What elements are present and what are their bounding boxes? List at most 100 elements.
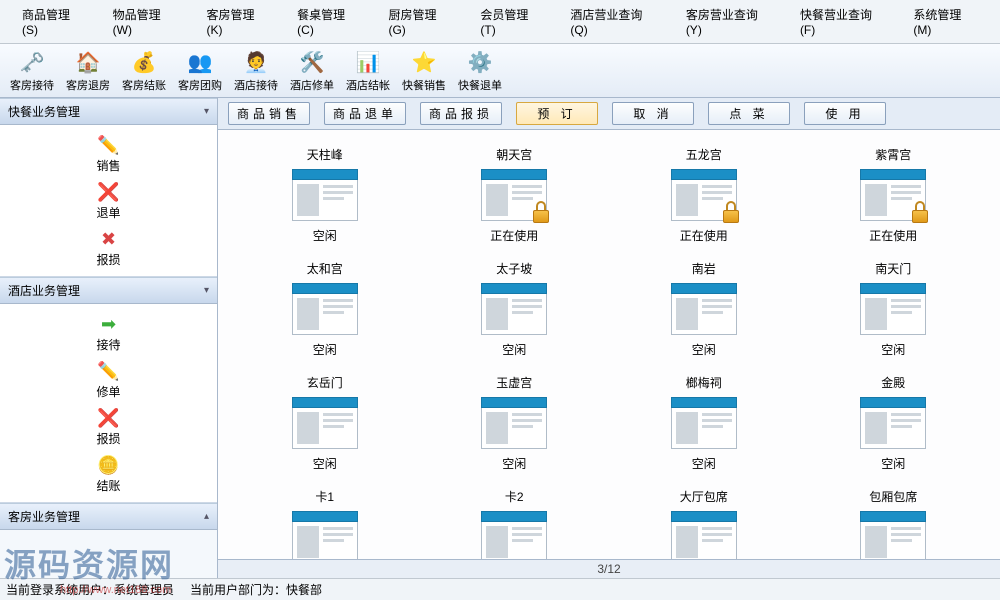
current-user: 当前登录系统用户：系统管理员 [6, 581, 174, 598]
sidebar-item-label: 修单 [96, 383, 120, 400]
main-area: 商品销售商品退单商品报损预 订取 消点 菜使 用 天柱峰空闲朝天宫正在使用五龙宫… [218, 98, 1000, 578]
room-grid-scroll[interactable]: 天柱峰空闲朝天宫正在使用五龙宫正在使用紫霄宫正在使用太和宫空闲太子坡空闲南岩空闲… [218, 130, 1000, 559]
sidebar-panel-header[interactable]: 酒店业务管理▾ [0, 277, 217, 304]
快餐销售-icon: ⭐ [410, 48, 438, 76]
sidebar-panel-body: ✏️销售❌退单✖报损 [0, 125, 217, 277]
sidebar-item-label: 接待 [96, 336, 120, 353]
room-status: 空闲 [313, 455, 337, 472]
menu-item[interactable]: 餐桌管理(C) [283, 3, 374, 40]
toolbar-button[interactable]: 📊酒店结帐 [340, 46, 396, 95]
room-card[interactable]: 天柱峰空闲 [238, 142, 412, 248]
room-icon [671, 397, 737, 449]
menu-item[interactable]: 厨房管理(G) [374, 3, 466, 40]
room-card[interactable]: 卡2 [428, 484, 602, 559]
toolbar-button[interactable]: 🏠客房退房 [60, 46, 116, 95]
sidebar-item-icon: ❌ [95, 406, 123, 430]
tab-button[interactable]: 商品销售 [228, 102, 310, 125]
menu-item[interactable]: 商品管理(S) [8, 3, 99, 40]
room-icon [481, 169, 547, 221]
toolbar-button[interactable]: 🧑‍💼酒店接待 [228, 46, 284, 95]
sidebar-item[interactable]: ❌退单 [95, 178, 123, 223]
sidebar-item[interactable]: ✏️销售 [95, 131, 123, 176]
room-name: 紫霄宫 [875, 146, 911, 163]
sidebar-item[interactable]: ✏️修单 [95, 357, 123, 402]
sidebar-item[interactable]: ✖报损 [95, 225, 123, 270]
pager-text: 3/12 [597, 562, 620, 576]
room-status: 正在使用 [680, 227, 728, 244]
menu-item[interactable]: 酒店营业查询(Q) [556, 3, 671, 40]
room-name: 玄岳门 [307, 374, 343, 391]
room-card[interactable]: 大厅包席 [617, 484, 791, 559]
menu-item[interactable]: 系统管理(M) [899, 3, 992, 40]
menu-item[interactable]: 快餐营业查询(F) [786, 3, 899, 40]
sidebar-item-icon: ✖ [95, 227, 123, 251]
menu-item[interactable]: 物品管理(W) [99, 3, 193, 40]
room-status: 空闲 [502, 341, 526, 358]
lock-icon [721, 201, 741, 223]
panel-title: 快餐业务管理 [8, 103, 80, 120]
sidebar-item[interactable]: 🪙结账 [95, 451, 123, 496]
酒店接待-icon: 🧑‍💼 [242, 48, 270, 76]
toolbar-button[interactable]: 🛠️酒店修单 [284, 46, 340, 95]
pager-status: 3/12 [218, 559, 1000, 578]
toolbar-button[interactable]: ⭐快餐销售 [396, 46, 452, 95]
room-icon [292, 283, 358, 335]
sidebar-item-icon: ✏️ [95, 359, 123, 383]
menu-item[interactable]: 客房管理(K) [193, 3, 284, 40]
room-icon [860, 169, 926, 221]
room-card[interactable]: 太子坡空闲 [428, 256, 602, 362]
toolbar-button[interactable]: ⚙️快餐退单 [452, 46, 508, 95]
menu-item[interactable]: 会员管理(T) [466, 3, 556, 40]
sidebar-panel-body: ➡接待✏️修单❌报损🪙结账 [0, 304, 217, 503]
tab-button[interactable]: 取 消 [612, 102, 694, 125]
toolbar-button[interactable]: 👥客房团购 [172, 46, 228, 95]
room-card[interactable]: 紫霄宫正在使用 [807, 142, 981, 248]
tab-button[interactable]: 点 菜 [708, 102, 790, 125]
toolbar-button[interactable]: 🗝️客房接待 [4, 46, 60, 95]
room-icon [292, 511, 358, 559]
room-card[interactable]: 卡1 [238, 484, 412, 559]
sidebar-item-icon: ❌ [95, 180, 123, 204]
room-card[interactable]: 南岩空闲 [617, 256, 791, 362]
tab-button[interactable]: 使 用 [804, 102, 886, 125]
room-card[interactable]: 玉虚宫空闲 [428, 370, 602, 476]
room-name: 金殿 [881, 374, 905, 391]
sidebar-item[interactable]: ❌报损 [95, 404, 123, 449]
lock-icon [910, 201, 930, 223]
room-icon [860, 283, 926, 335]
menu-item[interactable]: 客房营业查询(Y) [672, 3, 786, 40]
tab-button[interactable]: 商品退单 [324, 102, 406, 125]
room-card[interactable]: 金殿空闲 [807, 370, 981, 476]
客房退房-icon: 🏠 [74, 48, 102, 76]
room-card[interactable]: 五龙宫正在使用 [617, 142, 791, 248]
sidebar-item-label: 报损 [96, 430, 120, 447]
lock-icon [531, 201, 551, 223]
tab-button[interactable]: 商品报损 [420, 102, 502, 125]
sidebar-panel-header[interactable]: 客房业务管理▴ [0, 503, 217, 530]
toolbar-label: 客房退房 [66, 77, 110, 93]
room-card[interactable]: 太和宫空闲 [238, 256, 412, 362]
toolbar: 🗝️客房接待🏠客房退房💰客房结账👥客房团购🧑‍💼酒店接待🛠️酒店修单📊酒店结帐⭐… [0, 44, 1000, 98]
toolbar-label: 酒店结帐 [346, 77, 390, 93]
tab-button[interactable]: 预 订 [516, 102, 598, 125]
room-icon [671, 511, 737, 559]
room-icon [292, 169, 358, 221]
room-name: 大厅包席 [680, 488, 728, 505]
room-card[interactable]: 朝天宫正在使用 [428, 142, 602, 248]
toolbar-label: 快餐退单 [458, 77, 502, 93]
current-dept: 当前用户部门为：快餐部 [190, 581, 322, 598]
room-card[interactable]: 包厢包席 [807, 484, 981, 559]
sidebar-panel-header[interactable]: 快餐业务管理▾ [0, 98, 217, 125]
room-card[interactable]: 榔梅祠空闲 [617, 370, 791, 476]
toolbar-button[interactable]: 💰客房结账 [116, 46, 172, 95]
room-name: 五龙宫 [686, 146, 722, 163]
room-card[interactable]: 南天门空闲 [807, 256, 981, 362]
tab-bar: 商品销售商品退单商品报损预 订取 消点 菜使 用 [218, 98, 1000, 130]
room-status: 空闲 [881, 341, 905, 358]
sidebar-item[interactable]: ➡接待 [95, 310, 123, 355]
toolbar-label: 酒店修单 [290, 77, 334, 93]
room-name: 卡1 [315, 488, 334, 505]
room-card[interactable]: 玄岳门空闲 [238, 370, 412, 476]
room-name: 南天门 [875, 260, 911, 277]
room-name: 太和宫 [307, 260, 343, 277]
